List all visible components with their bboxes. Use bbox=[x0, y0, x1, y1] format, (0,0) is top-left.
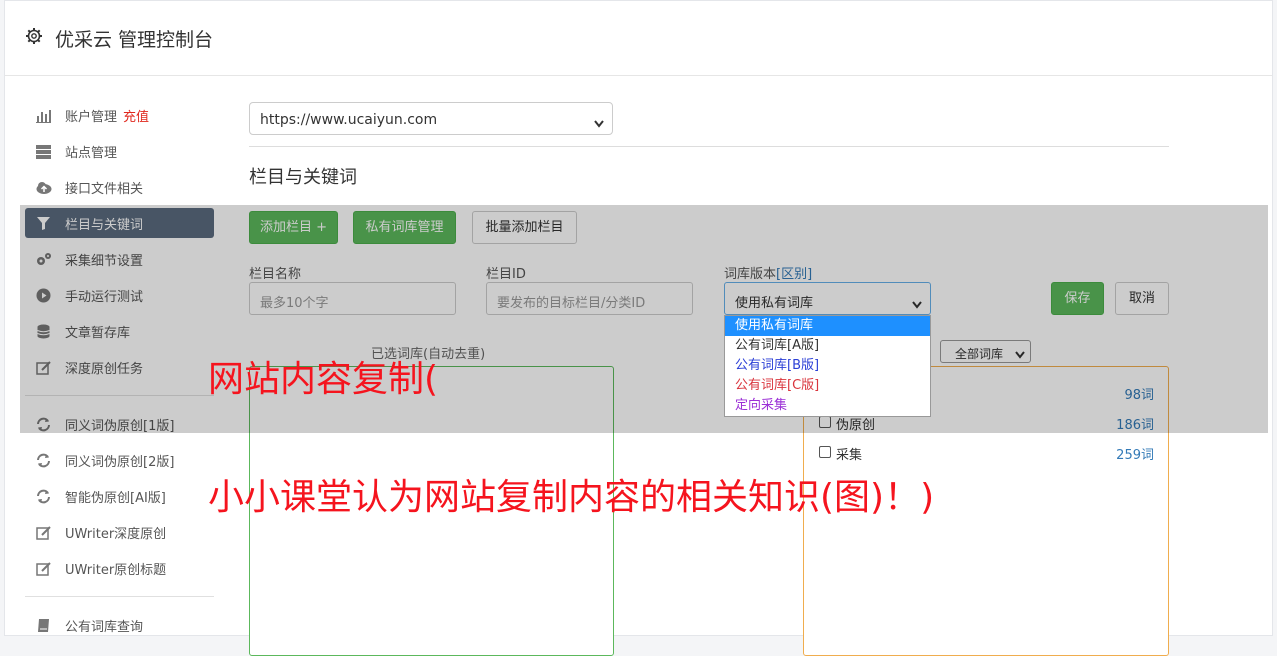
sidebar-item-label: 手动运行测试 bbox=[65, 290, 144, 305]
edit-icon bbox=[36, 525, 51, 540]
column-name-placeholder: 最多10个字 bbox=[260, 296, 329, 311]
lib-count: 186词 bbox=[1116, 418, 1154, 433]
site-select[interactable]: https://www.ucaiyun.com bbox=[249, 102, 613, 135]
sidebar-item-label: UWriter原创标题 bbox=[65, 563, 167, 578]
add-column-button[interactable]: 添加栏目 + bbox=[249, 211, 338, 244]
header: 优采云 管理控制台 bbox=[5, 1, 1272, 76]
play-circle-icon bbox=[36, 288, 51, 303]
sidebar-item-label: 同义词伪原创[2版] bbox=[65, 455, 175, 470]
lib-count: 98词 bbox=[1124, 388, 1154, 403]
dropdown-option[interactable]: 定向采集 bbox=[725, 396, 930, 416]
batch-add-button[interactable]: 批量添加栏目 bbox=[472, 211, 577, 244]
gear-icon bbox=[25, 27, 43, 49]
sidebar-item-deep-original[interactable]: 深度原创任务 bbox=[25, 352, 214, 382]
private-lib-button[interactable]: 私有词库管理 bbox=[353, 211, 456, 244]
lib-version-dropdown: 使用私有词库 公有词库[A版] 公有词库[B版] 公有词库[C版] 定向采集 bbox=[724, 315, 931, 417]
sidebar-divider bbox=[25, 596, 214, 597]
dropdown-option[interactable]: 公有词库[C版] bbox=[725, 376, 930, 396]
watermark-line-1: 网站内容复制( bbox=[208, 359, 439, 400]
lib-version-label: 词库版本[区别] bbox=[724, 263, 812, 282]
all-lib-select-value: 全部词库 bbox=[955, 347, 1004, 361]
sidebar-item-label: 站点管理 bbox=[65, 146, 118, 161]
dropdown-option[interactable]: 使用私有词库 bbox=[725, 316, 930, 336]
sidebar-item-label: 同义词伪原创[1版] bbox=[65, 419, 175, 434]
lib-count: 259词 bbox=[1116, 448, 1154, 463]
chevron-down-icon bbox=[1015, 348, 1025, 362]
book-icon bbox=[36, 618, 51, 633]
server-icon bbox=[36, 144, 51, 159]
difference-link[interactable]: [区别] bbox=[776, 267, 812, 282]
app-title: 优采云 管理控制台 bbox=[55, 29, 214, 51]
sidebar-item-label: 文章暂存库 bbox=[65, 326, 131, 341]
chevron-down-icon bbox=[912, 294, 922, 313]
bar-chart-icon bbox=[36, 108, 51, 123]
sidebar-item-account[interactable]: 账户管理 充值 bbox=[25, 100, 214, 130]
lib-version-select[interactable]: 使用私有词库 bbox=[724, 282, 931, 315]
recharge-link[interactable]: 充值 bbox=[123, 110, 149, 125]
checkbox[interactable] bbox=[819, 446, 831, 458]
list-item[interactable]: 采集 259词 bbox=[819, 443, 1154, 463]
sidebar-item-uwriter-title[interactable]: UWriter原创标题 bbox=[25, 553, 214, 583]
lib-version-label-text: 词库版本 bbox=[724, 267, 777, 282]
cloud-upload-icon bbox=[36, 180, 52, 195]
all-lib-select[interactable]: 全部词库 bbox=[940, 340, 1031, 363]
sidebar-item-label: 接口文件相关 bbox=[65, 182, 144, 197]
sidebar-item-ai-rewrite[interactable]: 智能伪原创[AI版] bbox=[25, 481, 214, 511]
refresh-icon bbox=[36, 417, 51, 432]
checkbox[interactable] bbox=[819, 416, 831, 428]
chevron-down-icon bbox=[594, 113, 604, 132]
sidebar-item-synonym-v2[interactable]: 同义词伪原创[2版] bbox=[25, 445, 214, 475]
lib-version-value: 使用私有词库 bbox=[735, 296, 814, 311]
sidebar-item-manual-run[interactable]: 手动运行测试 bbox=[25, 280, 214, 310]
cogs-icon bbox=[36, 252, 51, 267]
sidebar-item-label: 栏目与关键词 bbox=[65, 218, 144, 233]
refresh-icon bbox=[36, 489, 51, 504]
column-id-label: 栏目ID bbox=[486, 267, 526, 282]
sidebar-item-label: 采集细节设置 bbox=[65, 254, 144, 269]
site-select-value: https://www.ucaiyun.com bbox=[260, 112, 438, 128]
save-button[interactable]: 保存 bbox=[1051, 282, 1104, 315]
cancel-button[interactable]: 取消 bbox=[1115, 282, 1169, 315]
sidebar-item-collect-settings[interactable]: 采集细节设置 bbox=[25, 244, 214, 274]
filter-icon bbox=[36, 216, 51, 231]
lib-name: 采集 bbox=[836, 448, 863, 463]
section-title: 栏目与关键词 bbox=[249, 167, 357, 188]
sidebar-item-article-store[interactable]: 文章暂存库 bbox=[25, 316, 214, 346]
sidebar-item-columns[interactable]: 栏目与关键词 bbox=[25, 208, 214, 238]
refresh-icon bbox=[36, 453, 51, 468]
sidebar-item-label: UWriter深度原创 bbox=[65, 527, 167, 542]
column-id-placeholder: 要发布的目标栏目/分类ID bbox=[497, 296, 646, 311]
sidebar-divider bbox=[25, 395, 214, 396]
sidebar-item-label: 智能伪原创[AI版] bbox=[65, 491, 166, 506]
sidebar-item-synonym-v1[interactable]: 同义词伪原创[1版] bbox=[25, 409, 214, 439]
sidebar-item-sites[interactable]: 站点管理 bbox=[25, 136, 214, 166]
sidebar-item-label: 账户管理 bbox=[65, 110, 118, 125]
sidebar-item-label: 公有词库查询 bbox=[65, 620, 144, 635]
sidebar-item-uwriter-deep[interactable]: UWriter深度原创 bbox=[25, 517, 214, 547]
console-frame: 优采云 管理控制台 账户管理 充值 站点管理 接口文件相关 栏目与关键词 采集细节… bbox=[4, 0, 1273, 656]
divider bbox=[249, 146, 1169, 147]
dropdown-option[interactable]: 公有词库[B版] bbox=[725, 356, 930, 376]
dropdown-option[interactable]: 公有词库[A版] bbox=[725, 336, 930, 356]
column-name-input[interactable]: 最多10个字 bbox=[249, 282, 456, 315]
edit-icon bbox=[36, 561, 51, 576]
database-icon bbox=[36, 324, 51, 339]
edit-icon bbox=[36, 360, 51, 375]
column-name-label: 栏目名称 bbox=[249, 267, 302, 282]
column-id-input[interactable]: 要发布的目标栏目/分类ID bbox=[486, 282, 693, 315]
sidebar-item-interface[interactable]: 接口文件相关 bbox=[25, 172, 214, 202]
sidebar-item-label: 深度原创任务 bbox=[65, 362, 144, 377]
watermark-line-2: 小小课堂认为网站复制内容的相关知识(图)！) bbox=[208, 477, 935, 518]
